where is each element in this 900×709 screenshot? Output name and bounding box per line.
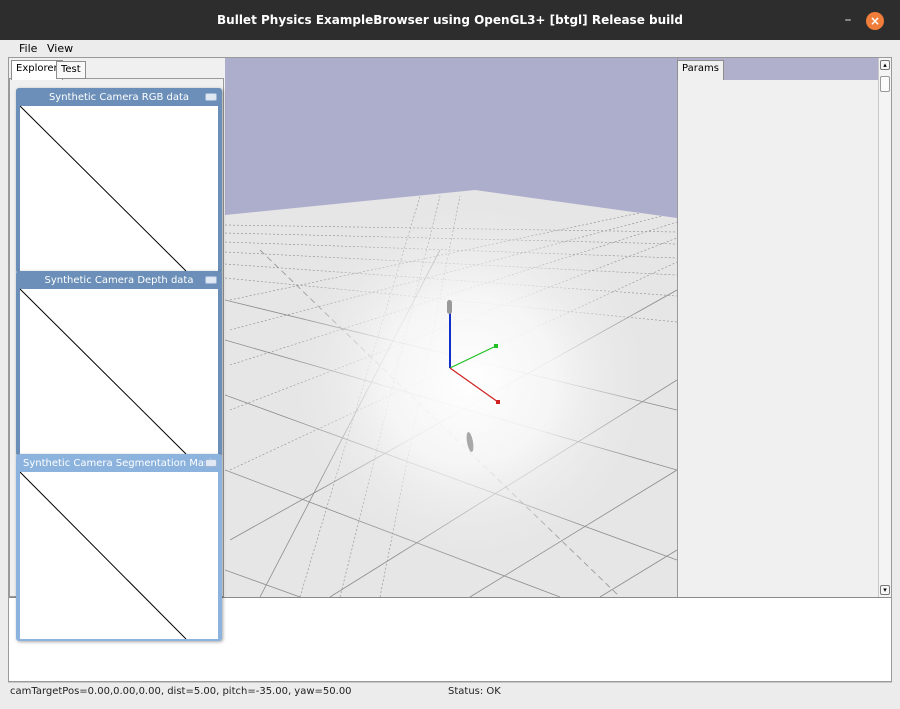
menu-bar: File View xyxy=(0,40,900,57)
camera-window-header[interactable]: Synthetic Camera Depth data xyxy=(18,273,220,289)
axis-x-tip xyxy=(496,400,500,404)
title-bar: Bullet Physics ExampleBrowser using Open… xyxy=(0,0,900,40)
scroll-down-icon[interactable]: ▾ xyxy=(880,585,890,595)
camera-status: camTargetPos=0.00,0.00,0.00, dist=5.00, … xyxy=(10,686,352,697)
camera-rgb-window[interactable]: Synthetic Camera RGB data xyxy=(16,88,222,273)
camera-window-header[interactable]: Synthetic Camera RGB data xyxy=(18,90,220,106)
minimize-icon[interactable] xyxy=(205,459,217,467)
camera-image xyxy=(20,472,218,639)
camera-window-title: Synthetic Camera Segmentation Mask xyxy=(22,458,216,469)
camera-image xyxy=(20,106,218,271)
params-panel xyxy=(677,58,878,597)
tab-explorer[interactable]: Explorer xyxy=(11,60,63,80)
minimize-icon[interactable] xyxy=(205,93,217,101)
axis-y-tip xyxy=(494,344,498,348)
minimize-icon[interactable]: – xyxy=(838,10,858,30)
params-scrollbar[interactable]: ▴ ▾ xyxy=(878,58,891,597)
status-bar: camTargetPos=0.00,0.00,0.00, dist=5.00, … xyxy=(8,682,892,700)
physics-object xyxy=(447,300,452,314)
status-text: Status: OK xyxy=(448,686,501,697)
close-icon[interactable]: × xyxy=(866,12,884,30)
scene-svg xyxy=(225,58,677,597)
tab-test[interactable]: Test xyxy=(56,61,86,79)
tab-params[interactable]: Params xyxy=(677,60,724,80)
camera-depth-window[interactable]: Synthetic Camera Depth data xyxy=(16,271,222,456)
menu-view[interactable]: View xyxy=(47,42,73,55)
camera-image xyxy=(20,289,218,454)
render-viewport[interactable] xyxy=(225,58,677,597)
camera-segmentation-window[interactable]: Synthetic Camera Segmentation Mask xyxy=(16,454,222,641)
camera-window-title: Synthetic Camera RGB data xyxy=(48,92,190,103)
menu-file[interactable]: File xyxy=(19,42,37,55)
camera-window-title: Synthetic Camera Depth data xyxy=(44,275,194,286)
window-title: Bullet Physics ExampleBrowser using Open… xyxy=(217,13,683,27)
scroll-thumb[interactable] xyxy=(880,76,890,92)
camera-window-header[interactable]: Synthetic Camera Segmentation Mask xyxy=(18,456,220,472)
minimize-icon[interactable] xyxy=(205,276,217,284)
scroll-up-icon[interactable]: ▴ xyxy=(880,60,890,70)
